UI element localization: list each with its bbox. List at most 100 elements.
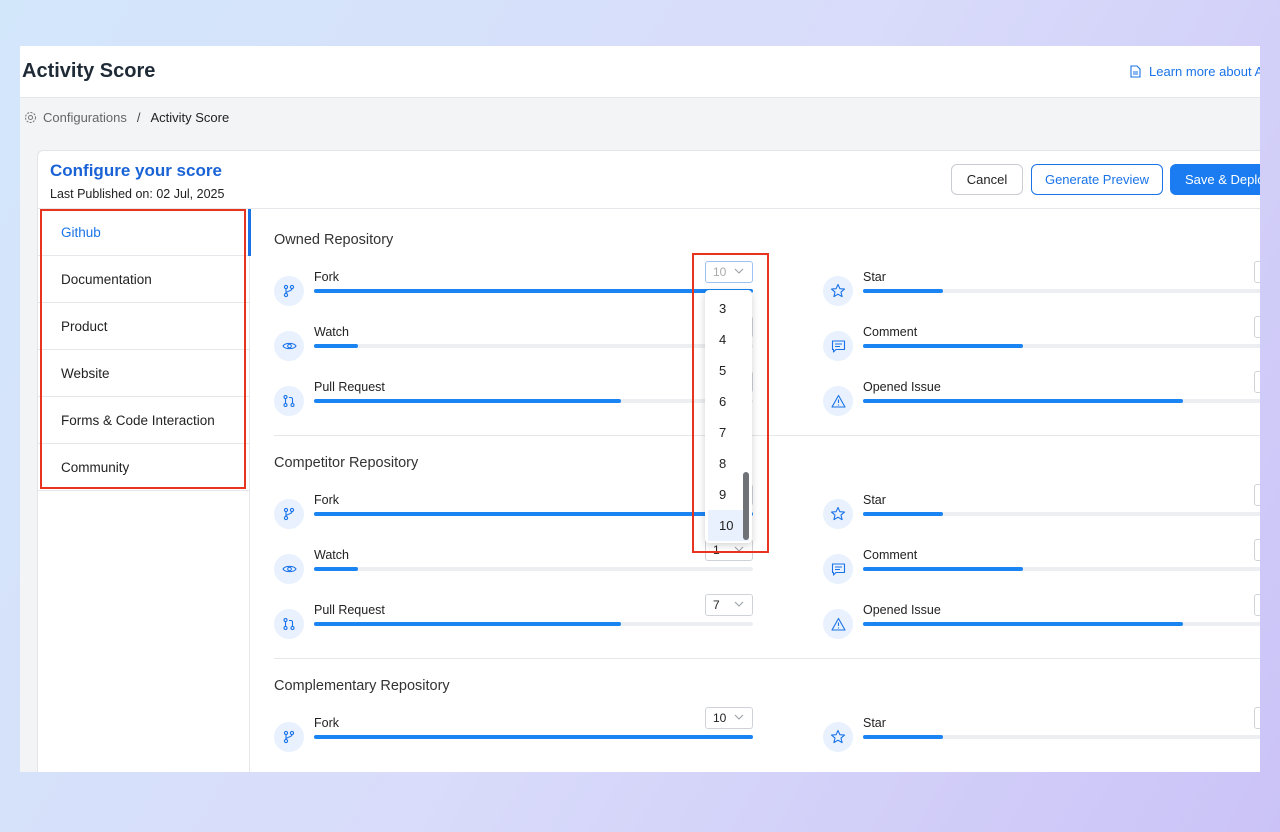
gear-icon — [24, 111, 37, 124]
metric-comment: Comment — [823, 316, 1260, 371]
star-icon — [823, 722, 853, 752]
metric-label: Watch — [314, 548, 349, 562]
star-icon — [823, 499, 853, 529]
metric-label: Watch — [314, 325, 349, 339]
metric-comment: Comment — [823, 539, 1260, 594]
eye-icon — [274, 554, 304, 584]
value-select[interactable] — [1254, 316, 1260, 338]
metric-label: Comment — [863, 325, 918, 339]
metric-label: Opened Issue — [863, 380, 941, 394]
weight-slider[interactable] — [863, 567, 1260, 571]
metric-label: Fork — [314, 716, 339, 730]
slider-fill — [314, 735, 753, 739]
metric-label: Star — [863, 270, 886, 284]
comment-icon — [823, 331, 853, 361]
breadcrumb-root[interactable]: Configurations — [43, 110, 127, 125]
value-select[interactable]: 10 — [705, 707, 753, 729]
section-title: Competitor Repository — [274, 455, 419, 471]
breadcrumb-current: Activity Score — [150, 110, 230, 125]
comment-icon — [823, 554, 853, 584]
slider-fill — [863, 622, 1183, 626]
slider-fill — [314, 399, 622, 403]
metric-label: Pull Request — [314, 380, 385, 394]
slider-fill — [863, 344, 1023, 348]
dropdown-highlight — [692, 253, 769, 553]
page-title: Activity Score — [22, 60, 156, 82]
select-value: 7 — [713, 598, 720, 612]
weight-slider[interactable] — [863, 512, 1260, 516]
eye-icon — [274, 331, 304, 361]
card-header: Configure your score Last Published on: … — [50, 161, 224, 201]
weight-slider[interactable] — [863, 344, 1260, 348]
metric-label: Comment — [863, 548, 918, 562]
chevron-down-icon — [734, 601, 744, 607]
weight-slider[interactable] — [314, 567, 753, 571]
star-icon — [823, 276, 853, 306]
weight-slider[interactable] — [314, 512, 753, 516]
metric-label: Pull Request — [314, 603, 385, 617]
weight-slider[interactable] — [863, 622, 1260, 626]
metric-pull-request: Pull Request — [274, 371, 754, 426]
metric-label: Fork — [314, 270, 339, 284]
weight-slider[interactable] — [863, 399, 1260, 403]
learn-more-link[interactable]: Learn more about A — [1130, 64, 1260, 79]
slider-fill — [863, 567, 1023, 571]
pull-request-icon — [274, 386, 304, 416]
warning-icon — [823, 386, 853, 416]
weight-slider[interactable] — [314, 622, 753, 626]
metric-watch: Watch 1 — [274, 539, 754, 594]
value-select[interactable] — [1254, 539, 1260, 561]
generate-preview-button[interactable]: Generate Preview — [1031, 164, 1163, 195]
slider-fill — [863, 399, 1183, 403]
sidebar-highlight — [40, 209, 246, 489]
weight-slider[interactable] — [314, 344, 753, 348]
section-title: Complementary Repository — [274, 678, 450, 694]
metric-opened-issue: Opened Issue — [823, 594, 1260, 649]
fork-icon — [274, 499, 304, 529]
pull-request-icon — [274, 609, 304, 639]
metric-label: Opened Issue — [863, 603, 941, 617]
document-icon — [1130, 65, 1141, 78]
metric-pull-request: Pull Request 7 — [274, 594, 754, 649]
slider-fill — [863, 289, 943, 293]
section-title: Owned Repository — [274, 232, 394, 248]
value-select[interactable]: 7 — [705, 594, 753, 616]
breadcrumb: Configurations / Activity Score — [24, 110, 229, 125]
weight-slider[interactable] — [314, 289, 753, 293]
metric-opened-issue: Opened Issue — [823, 371, 1260, 426]
weight-slider[interactable] — [314, 735, 753, 739]
warning-icon — [823, 609, 853, 639]
value-select[interactable] — [1254, 371, 1260, 393]
metric-label: Star — [863, 493, 886, 507]
chevron-down-icon — [734, 714, 744, 720]
slider-fill — [863, 512, 943, 516]
slider-fill — [314, 622, 622, 626]
metric-star: Star — [823, 261, 1260, 316]
weight-slider[interactable] — [314, 399, 753, 403]
metric-fork: Fork — [274, 484, 754, 539]
weight-slider[interactable] — [863, 735, 1260, 739]
save-deploy-button[interactable]: Save & Deplo — [1170, 164, 1260, 195]
metric-star: Star — [823, 707, 1260, 762]
slider-fill — [863, 735, 943, 739]
metric-star: Star — [823, 484, 1260, 539]
card-title: Configure your score — [50, 161, 222, 180]
value-select[interactable] — [1254, 261, 1260, 283]
fork-icon — [274, 276, 304, 306]
last-published: Last Published on: 02 Jul, 2025 — [50, 187, 225, 201]
slider-fill — [314, 567, 358, 571]
metric-fork: Fork 10 — [274, 707, 754, 762]
value-select[interactable] — [1254, 707, 1260, 729]
weight-slider[interactable] — [863, 289, 1260, 293]
cancel-button[interactable]: Cancel — [951, 164, 1023, 195]
learn-more-label: Learn more about A — [1149, 64, 1260, 79]
section-divider — [274, 658, 1260, 659]
configure-card: Configure your score Last Published on: … — [37, 150, 1260, 772]
app-window: Activity Score Learn more about A Config… — [20, 46, 1260, 772]
value-select[interactable] — [1254, 484, 1260, 506]
value-select[interactable] — [1254, 594, 1260, 616]
fork-icon — [274, 722, 304, 752]
metric-label: Star — [863, 716, 886, 730]
select-value: 10 — [713, 711, 727, 725]
breadcrumb-separator: / — [136, 110, 141, 125]
